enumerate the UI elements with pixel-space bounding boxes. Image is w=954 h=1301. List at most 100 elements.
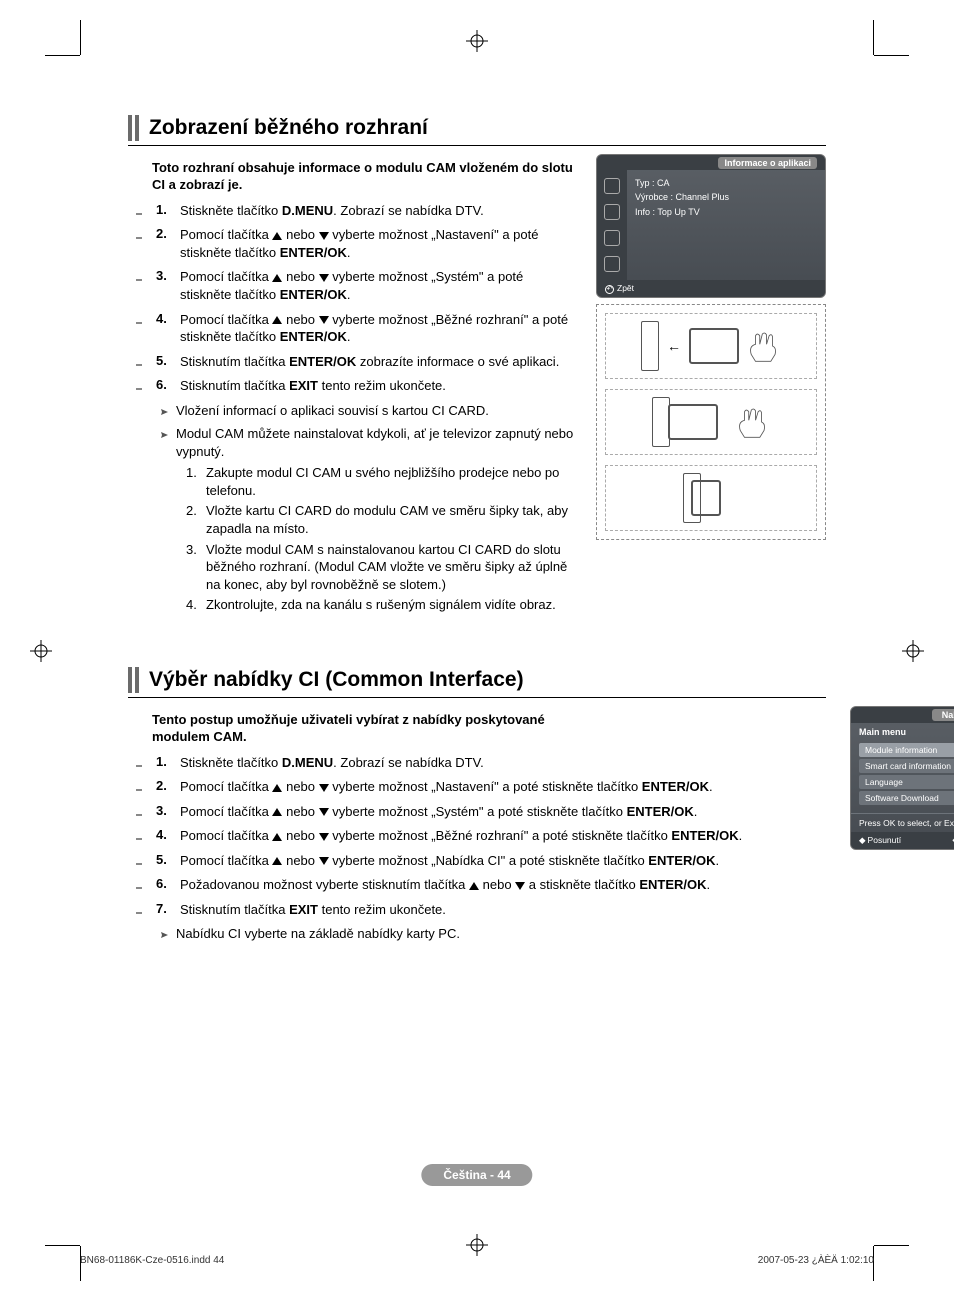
substep-item: 3.Vložte modul CAM s nainstalovanou kart… <box>186 541 578 594</box>
section-title: Výběr nabídky CI (Common Interface) <box>149 668 524 692</box>
registration-mark-icon <box>30 640 52 662</box>
step-text: Stisknutím tlačítka EXIT tento režim uko… <box>180 377 446 395</box>
step-number: 3. <box>156 268 170 303</box>
registration-mark-icon <box>466 30 488 52</box>
crop-mark <box>873 20 874 55</box>
bullet-icon <box>136 210 144 218</box>
step-item: 1.Stiskněte tlačítko D.MENU. Zobrazí se … <box>152 202 578 220</box>
step-text: Stisknutím tlačítka EXIT tento režim uko… <box>180 901 446 919</box>
step-number: 6. <box>156 876 170 894</box>
triangle-down-icon <box>319 316 329 324</box>
hand-icon <box>747 329 781 363</box>
osd-info-line: Typ : CA <box>635 176 817 190</box>
osd-menu-item: Software Download <box>859 791 954 805</box>
triangle-up-icon <box>272 833 282 841</box>
substep-number: 1. <box>186 464 200 499</box>
substep-number: 3. <box>186 541 200 594</box>
osd-footer: ◆Posunutí ↵Zadat →IKonec <box>851 832 954 849</box>
step-number: 5. <box>156 852 170 870</box>
bullet-icon <box>136 234 144 242</box>
step-number: 7. <box>156 901 170 919</box>
step-item: 3. Pomocí tlačítka nebo vyberte možnost „… <box>152 268 578 303</box>
diagram-step-3 <box>605 465 817 531</box>
triangle-down-icon <box>319 808 329 816</box>
step-number: 1. <box>156 754 170 772</box>
step-number: 4. <box>156 827 170 845</box>
step-number: 2. <box>156 226 170 261</box>
triangle-up-icon <box>272 232 282 240</box>
osd-header: Nabídka CI <box>851 707 954 723</box>
triangle-down-icon <box>319 784 329 792</box>
step-item: 5. Stisknutím tlačítka ENTER/OK zobrazíte… <box>152 353 578 371</box>
step-text: Pomocí tlačítka nebo vyberte možnost „Bě… <box>180 827 742 845</box>
osd-menu-item: Language <box>859 775 954 789</box>
osd-info-line: Info : Top Up TV <box>635 205 817 219</box>
crop-mark <box>874 1245 909 1246</box>
indd-timestamp: 2007-05-23 ¿ÀÈÄ 1:02:10 <box>758 1255 874 1266</box>
substep-text: Zakupte modul CI CAM u svého nejbližšího… <box>206 464 578 499</box>
return-icon: ↶ <box>605 285 614 294</box>
bullet-icon <box>136 361 144 369</box>
crop-mark <box>45 1245 80 1246</box>
osd-footer: ↶Zpět <box>597 280 825 297</box>
step-item: 1. Stiskněte tlačítko D.MENU. Zobrazí se … <box>152 754 832 772</box>
title-bars-icon <box>128 667 139 693</box>
osd-sidebar-icons <box>597 170 627 280</box>
substep-text: Zkontrolujte, zda na kanálu s rušeným si… <box>206 596 556 614</box>
osd-app-info-panel: Informace o aplikaci Typ : CA Výrobce : … <box>596 154 826 298</box>
note-arrow-icon <box>152 927 168 945</box>
diagram-step-1: ← <box>605 313 817 379</box>
step-text: Stisknutím tlačítka ENTER/OK zobrazíte i… <box>180 353 559 371</box>
note: Nabídku CI vyberte na základě nabídky ka… <box>152 925 832 945</box>
substep-number: 4. <box>186 596 200 614</box>
osd-hint: Press OK to select, or Exit to quit <box>851 813 954 832</box>
bullet-icon <box>136 811 144 819</box>
step-item: 2.Pomocí tlačítka nebo vyberte možnost „… <box>152 226 578 261</box>
step-number: 4. <box>156 311 170 346</box>
indd-filename: BN68-01186K-Cze-0516.indd 44 <box>80 1255 224 1266</box>
note: Modul CAM můžete nainstalovat kdykoli, a… <box>152 425 578 460</box>
step-item: 4. Pomocí tlačítka nebo vyberte možnost „… <box>152 827 832 845</box>
step-item: 2. Pomocí tlačítka nebo vyberte možnost „… <box>152 778 832 796</box>
substep-item: 2.Vložte kartu CI CARD do modulu CAM ve … <box>186 502 578 537</box>
bullet-icon <box>136 762 144 770</box>
step-text: Pomocí tlačítka nebo vyberte možnost „Bě… <box>180 311 578 346</box>
step-number: 1. <box>156 202 170 220</box>
bullet-icon <box>136 835 144 843</box>
substep-item: 1.Zakupte modul CI CAM u svého nejbližší… <box>186 464 578 499</box>
step-text: Pomocí tlačítka nebo vyberte možnost „Sy… <box>180 803 697 821</box>
section-intro: Toto rozhraní obsahuje informace o modul… <box>152 160 578 194</box>
osd-main-label: Main menu <box>851 723 954 739</box>
step-text: Stiskněte tlačítko D.MENU. Zobrazí se na… <box>180 754 484 772</box>
triangle-down-icon <box>319 232 329 240</box>
step-item: 5. Pomocí tlačítka nebo vyberte možnost „… <box>152 852 832 870</box>
registration-mark-icon <box>902 640 924 662</box>
triangle-down-icon <box>319 833 329 841</box>
substep-text: Vložte modul CAM s nainstalovanou kartou… <box>206 541 578 594</box>
osd-ci-menu-panel: Nabídka CI Main menu Module information S… <box>850 706 954 850</box>
step-text: Pomocí tlačítka nebo vyberte možnost „Na… <box>180 852 719 870</box>
triangle-up-icon <box>272 784 282 792</box>
step-number: 5. <box>156 353 170 371</box>
diagram-step-2 <box>605 389 817 455</box>
step-text: Pomocí tlačítka nebo vyberte možnost „Sy… <box>180 268 578 303</box>
triangle-up-icon <box>272 316 282 324</box>
triangle-down-icon <box>515 882 525 890</box>
step-number: 3. <box>156 803 170 821</box>
move-icon: ◆ <box>859 835 866 846</box>
triangle-up-icon <box>272 857 282 865</box>
osd-menu-item: Module information <box>859 743 954 757</box>
page-footer: Čeština - 44 <box>421 1164 532 1186</box>
registration-mark-icon <box>466 1234 488 1256</box>
step-text: Požadovanou možnost vyberte stisknutím t… <box>180 876 710 894</box>
crop-mark <box>80 20 81 55</box>
hand-icon <box>736 405 770 439</box>
step-item: 6.Stisknutím tlačítka EXIT tento režim u… <box>152 377 578 395</box>
note-arrow-icon <box>152 404 168 422</box>
step-number: 2. <box>156 778 170 796</box>
bullet-icon <box>136 385 144 393</box>
document-meta: BN68-01186K-Cze-0516.indd 44 2007-05-23 … <box>80 1255 874 1266</box>
osd-info-line: Výrobce : Channel Plus <box>635 190 817 204</box>
substep-number: 2. <box>186 502 200 537</box>
step-text: Pomocí tlačítka nebo vyberte možnost „Na… <box>180 778 713 796</box>
